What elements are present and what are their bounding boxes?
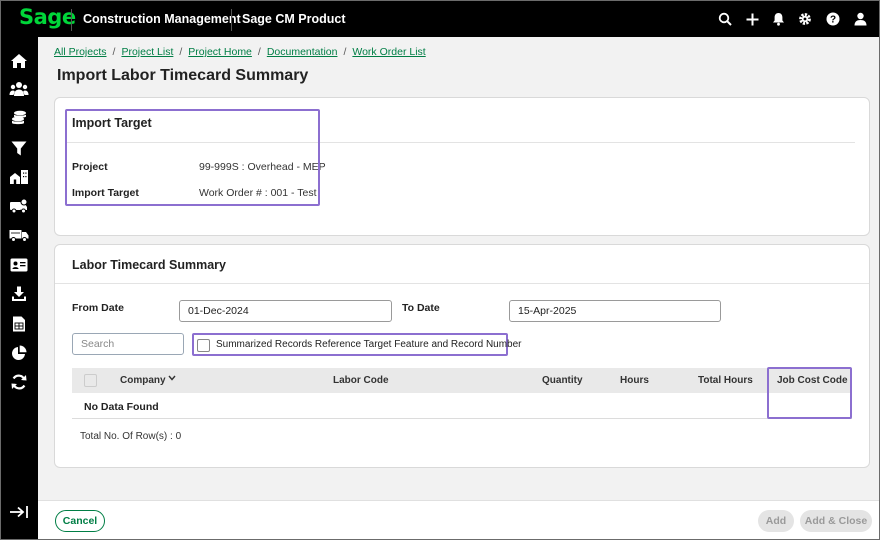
truck-settings-icon[interactable] [9, 196, 29, 216]
coins-icon[interactable] [9, 108, 29, 128]
divider [71, 9, 72, 31]
breadcrumb-documentation[interactable]: Documentation [267, 46, 338, 58]
filter-icon[interactable] [9, 138, 29, 158]
breadcrumb-work-order-list[interactable]: Work Order List [352, 46, 425, 58]
cancel-button[interactable]: Cancel [55, 510, 105, 532]
breadcrumb-separator: / [257, 46, 261, 58]
breadcrumb-separator: / [343, 46, 347, 58]
sync-icon[interactable] [9, 372, 29, 392]
download-icon[interactable] [9, 284, 29, 304]
table-header: Company Labor Code Quantity Hours Total … [72, 368, 852, 393]
column-company[interactable]: Company [120, 375, 176, 386]
labor-timecard-summary-title: Labor Timecard Summary [72, 258, 226, 272]
delivery-truck-icon[interactable] [9, 225, 29, 245]
total-rows: Total No. Of Row(s) : 0 [80, 431, 182, 442]
column-total-hours[interactable]: Total Hours [698, 375, 753, 386]
column-quantity[interactable]: Quantity [542, 375, 583, 386]
from-date-label: From Date [72, 302, 124, 314]
gear-icon[interactable] [796, 10, 814, 28]
search-input[interactable]: Search [72, 333, 184, 355]
chevron-down-icon [168, 373, 176, 384]
divider [231, 9, 232, 31]
sage-logo[interactable]: Sage [19, 5, 76, 29]
app-window: Sage Construction Management Sage CM Pro… [0, 0, 880, 540]
to-date-input[interactable]: 15-Apr-2025 [509, 300, 721, 322]
import-target-card: Import Target Project 99-999S : Overhead… [54, 97, 870, 236]
breadcrumb-project-list[interactable]: Project List [121, 46, 173, 58]
user-icon[interactable] [851, 10, 869, 28]
buildings-icon[interactable] [9, 167, 29, 187]
to-date-label: To Date [402, 302, 440, 314]
search-icon[interactable] [716, 10, 734, 28]
add-icon[interactable] [743, 10, 761, 28]
divider [55, 283, 869, 284]
import-target-highlight [65, 109, 320, 206]
pie-chart-icon[interactable] [9, 343, 29, 363]
bell-icon[interactable] [769, 10, 787, 28]
job-cost-code-highlight [767, 367, 852, 419]
breadcrumb-separator: / [179, 46, 183, 58]
product-name: Sage CM Product [242, 12, 346, 26]
summarized-records-checkbox[interactable] [197, 339, 210, 352]
home-icon[interactable] [9, 51, 29, 71]
id-card-icon[interactable] [9, 255, 29, 275]
page-title: Import Labor Timecard Summary [57, 67, 309, 84]
add-close-button[interactable]: Add & Close [800, 510, 872, 532]
top-bar: Sage Construction Management Sage CM Pro… [1, 1, 879, 37]
column-labor-code[interactable]: Labor Code [333, 375, 389, 386]
footer-bar: Cancel Add Add & Close [38, 500, 879, 539]
summarized-records-label: Summarized Records Reference Target Feat… [216, 339, 522, 350]
from-date-input[interactable]: 01-Dec-2024 [179, 300, 392, 322]
breadcrumb: All Projects / Project List / Project Ho… [54, 46, 426, 58]
expand-icon[interactable] [9, 502, 29, 522]
no-data-message: No Data Found [84, 401, 159, 413]
select-all-checkbox[interactable] [84, 374, 97, 387]
breadcrumb-project-home[interactable]: Project Home [188, 46, 252, 58]
add-button[interactable]: Add [758, 510, 794, 532]
breadcrumb-separator: / [112, 46, 116, 58]
sidebar [1, 37, 38, 539]
app-title: Construction Management [83, 12, 241, 26]
svg-text:?: ? [830, 15, 836, 26]
help-icon[interactable]: ? [824, 10, 842, 28]
column-hours[interactable]: Hours [620, 375, 649, 386]
column-company-label: Company [120, 375, 166, 386]
spreadsheet-icon[interactable] [9, 314, 29, 334]
people-icon[interactable] [9, 79, 29, 99]
breadcrumb-all-projects[interactable]: All Projects [54, 46, 107, 58]
table-row: No Data Found [72, 393, 852, 419]
